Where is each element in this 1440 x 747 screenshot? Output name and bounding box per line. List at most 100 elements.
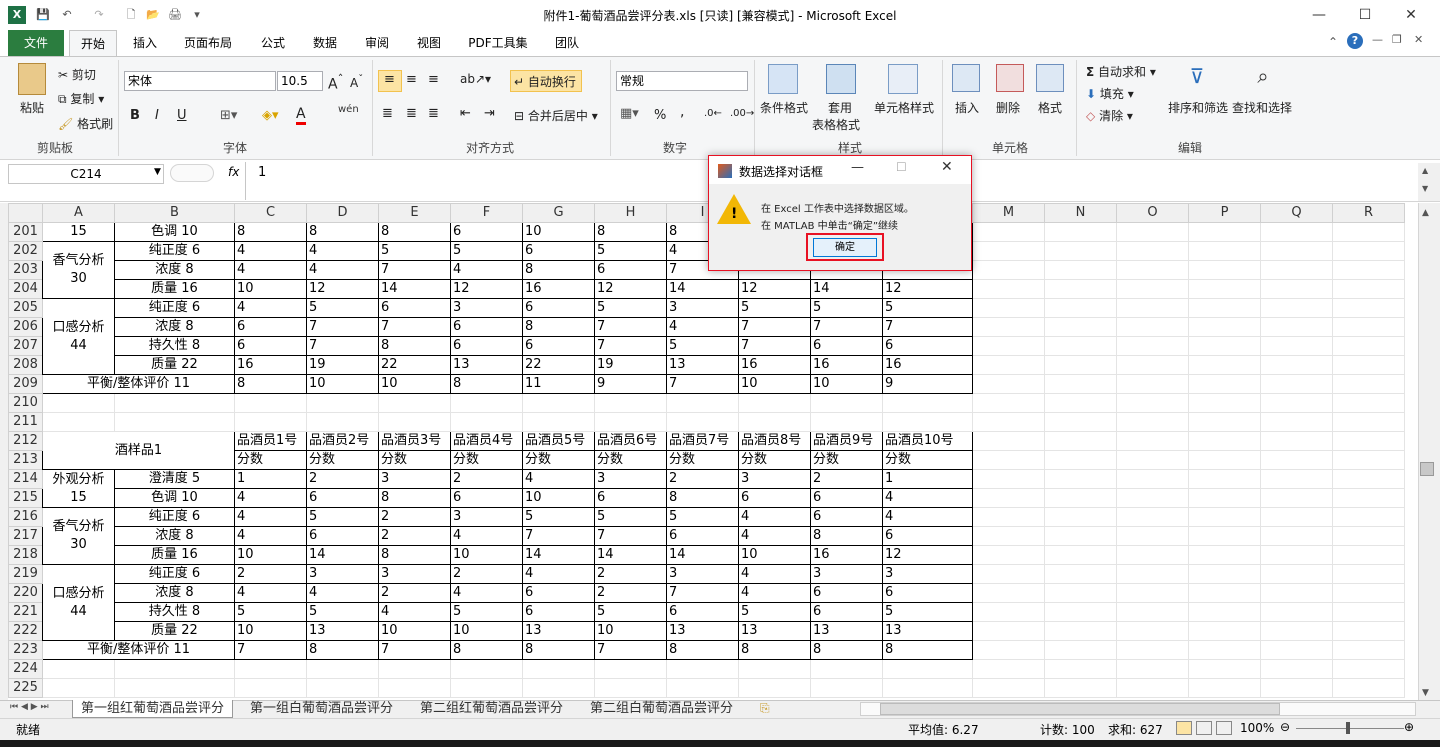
score-cell[interactable]: 7 — [594, 640, 667, 660]
score-cell[interactable]: 品酒员1号 — [234, 431, 307, 451]
score-cell[interactable] — [306, 659, 379, 679]
score-cell[interactable]: 2 — [666, 469, 739, 489]
empty-cell[interactable] — [1044, 279, 1117, 299]
empty-cell[interactable] — [1044, 621, 1117, 641]
score-cell[interactable]: 5 — [594, 602, 667, 622]
score-cell[interactable]: 6 — [306, 526, 379, 546]
empty-cell[interactable] — [972, 431, 1045, 451]
score-cell[interactable]: 4 — [738, 583, 811, 603]
border-icon[interactable]: ⊞▾ — [220, 108, 237, 123]
score-cell[interactable] — [378, 393, 451, 413]
score-cell[interactable]: 8 — [522, 260, 595, 280]
empty-cell[interactable] — [972, 450, 1045, 470]
score-cell[interactable]: 分数 — [738, 450, 811, 470]
score-cell[interactable]: 2 — [306, 469, 379, 489]
score-cell[interactable]: 4 — [234, 260, 307, 280]
empty-cell[interactable] — [1116, 469, 1189, 489]
empty-cell[interactable] — [1044, 393, 1117, 413]
vertical-scrollbar[interactable] — [1418, 203, 1440, 700]
score-cell[interactable]: 5 — [666, 336, 739, 356]
row-header[interactable]: 205 — [8, 298, 43, 318]
empty-cell[interactable] — [1116, 260, 1189, 280]
category-cell[interactable]: 口感分析 44 — [42, 298, 115, 375]
bold-button[interactable]: B — [130, 108, 140, 123]
score-cell[interactable]: 1 — [882, 469, 973, 489]
score-cell[interactable]: 4 — [450, 260, 523, 280]
score-cell[interactable]: 6 — [522, 583, 595, 603]
score-cell[interactable]: 5 — [450, 241, 523, 261]
empty-cell[interactable] — [1116, 393, 1189, 413]
zoom-slider[interactable] — [1296, 728, 1404, 729]
score-cell[interactable]: 4 — [234, 507, 307, 527]
row-header[interactable]: 201 — [8, 222, 43, 242]
empty-cell[interactable] — [1188, 355, 1261, 375]
score-cell[interactable] — [378, 659, 451, 679]
empty-cell[interactable] — [1116, 412, 1189, 432]
orientation-icon[interactable]: ab↗▾ — [460, 72, 491, 86]
align-left-icon[interactable]: ≣ — [382, 106, 393, 121]
empty-cell[interactable] — [1332, 488, 1405, 508]
score-cell[interactable]: 6 — [522, 602, 595, 622]
score-cell[interactable] — [234, 412, 307, 432]
score-cell[interactable]: 5 — [306, 507, 379, 527]
empty-cell[interactable] — [1044, 659, 1117, 679]
empty-cell[interactable] — [1332, 564, 1405, 584]
score-cell[interactable]: 5 — [234, 602, 307, 622]
score-cell[interactable]: 4 — [522, 564, 595, 584]
empty-cell[interactable] — [972, 260, 1045, 280]
align-middle-icon[interactable]: ≡ — [406, 72, 417, 87]
category-cell[interactable]: 口感分析 44 — [42, 564, 115, 641]
score-cell[interactable] — [810, 393, 883, 413]
vertical-scroll-thumb[interactable] — [1420, 462, 1434, 476]
score-cell[interactable]: 分数 — [450, 450, 523, 470]
formula-expand-icon[interactable] — [170, 164, 214, 182]
empty-cell[interactable] — [1188, 507, 1261, 527]
col-header[interactable]: P — [1188, 203, 1261, 223]
sample-title-cell[interactable]: 酒样品1 — [42, 431, 235, 470]
cell-b[interactable]: 浓度 8 — [114, 583, 235, 603]
score-cell[interactable]: 4 — [738, 526, 811, 546]
score-cell[interactable] — [882, 659, 973, 679]
cell-b[interactable]: 纯正度 6 — [114, 564, 235, 584]
empty-cell[interactable] — [1188, 659, 1261, 679]
row-header[interactable]: 203 — [8, 260, 43, 280]
score-cell[interactable]: 5 — [306, 602, 379, 622]
empty-cell[interactable] — [1260, 583, 1333, 603]
zoom-slider-thumb[interactable] — [1346, 722, 1350, 734]
score-cell[interactable]: 13 — [666, 355, 739, 375]
score-cell[interactable] — [882, 393, 973, 413]
format-cells-icon[interactable] — [1036, 64, 1064, 92]
empty-cell[interactable] — [1188, 564, 1261, 584]
empty-cell[interactable] — [1044, 241, 1117, 261]
score-cell[interactable]: 2 — [594, 583, 667, 603]
row-header[interactable]: 222 — [8, 621, 43, 641]
score-cell[interactable]: 3 — [450, 507, 523, 527]
score-cell[interactable]: 7 — [738, 336, 811, 356]
empty-cell[interactable] — [1332, 317, 1405, 337]
empty-cell[interactable] — [1188, 488, 1261, 508]
empty-cell[interactable] — [1116, 241, 1189, 261]
empty-cell[interactable] — [1116, 450, 1189, 470]
score-cell[interactable]: 品酒员10号 — [882, 431, 973, 451]
category-cell[interactable]: 香气分析 30 — [42, 507, 115, 565]
empty-cell[interactable] — [1332, 298, 1405, 318]
score-cell[interactable]: 品酒员3号 — [378, 431, 451, 451]
score-cell[interactable]: 8 — [666, 488, 739, 508]
score-cell[interactable]: 16 — [882, 355, 973, 375]
empty-cell[interactable] — [1260, 450, 1333, 470]
score-cell[interactable]: 7 — [234, 640, 307, 660]
empty-cell[interactable] — [1044, 222, 1117, 242]
score-cell[interactable]: 7 — [378, 640, 451, 660]
empty-cell[interactable] — [1188, 545, 1261, 565]
empty-cell[interactable] — [972, 659, 1045, 679]
row-header[interactable]: 211 — [8, 412, 43, 432]
empty-cell[interactable] — [1116, 564, 1189, 584]
row-header[interactable]: 224 — [8, 659, 43, 679]
font-color-icon[interactable]: A — [296, 106, 306, 125]
empty-cell[interactable] — [1260, 241, 1333, 261]
col-header[interactable]: Q — [1260, 203, 1333, 223]
empty-cell[interactable] — [1260, 260, 1333, 280]
page-layout-view-icon[interactable] — [1196, 721, 1212, 735]
score-cell[interactable]: 7 — [882, 317, 973, 337]
fill-color-icon[interactable]: ◈▾ — [262, 108, 279, 123]
